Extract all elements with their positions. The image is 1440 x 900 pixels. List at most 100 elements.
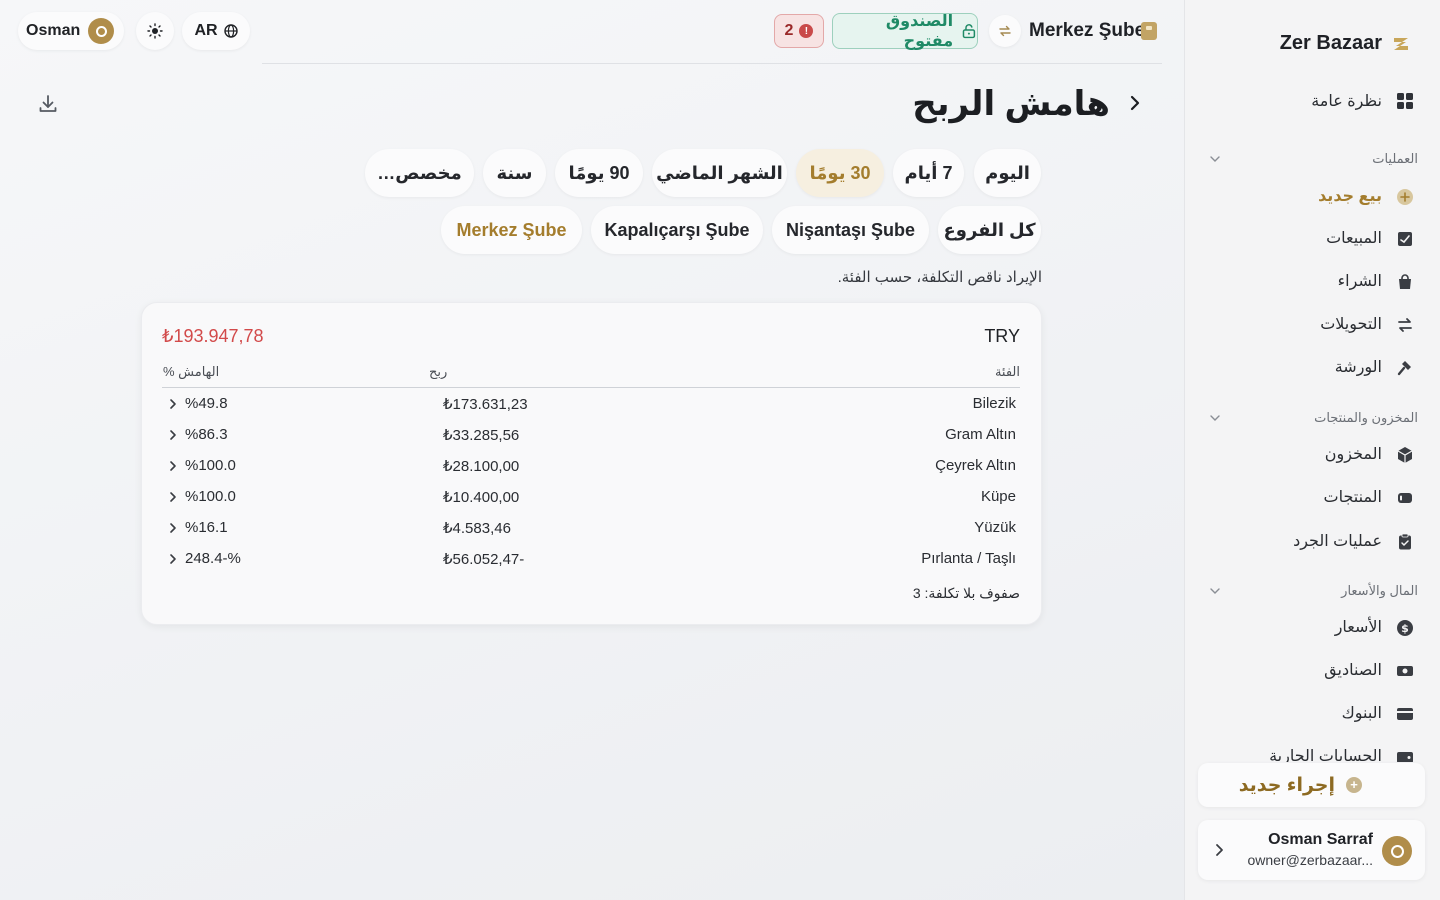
table-row[interactable]: %86.3 ₺33.285,56 Gram Altın [162, 421, 1020, 452]
period-chip-year[interactable]: سنة [483, 149, 546, 197]
chevron-down-icon[interactable] [1209, 414, 1221, 422]
period-label: الشهر الماضي [656, 162, 783, 183]
cash-icon [1397, 666, 1413, 676]
section-title-operations: العمليات [1372, 151, 1418, 166]
grid-icon [1397, 93, 1413, 109]
row-category: Pırlanta / Taşlı [921, 550, 1016, 567]
sidebar-item-cashboxes[interactable]: الصناديق [1184, 652, 1440, 688]
switch-branch-button[interactable] [989, 15, 1021, 47]
swap-icon [999, 25, 1011, 37]
sidebar-item-new-sale[interactable]: بيع جديد [1184, 178, 1440, 214]
period-chip-custom[interactable]: مخصص… [365, 149, 474, 197]
table-row[interactable]: %49.8 ₺173.631,23 Bilezik [162, 390, 1020, 421]
user-name: Osman [26, 22, 81, 39]
sidebar-item-stock[interactable]: المخزون [1184, 436, 1440, 472]
user-menu-button[interactable]: Osman [18, 12, 124, 50]
sidebar-item-label: المنتجات [1323, 489, 1383, 506]
row-category: Bilezik [972, 395, 1016, 412]
sidebar-item-transfers[interactable]: التحويلات [1184, 306, 1440, 342]
alerts-button[interactable]: 2 ! [774, 14, 824, 48]
table-header-divider [162, 387, 1020, 388]
column-header-category: الفئة [994, 364, 1020, 379]
section-title-money: المال والأسعار [1341, 583, 1418, 598]
row-category: Çeyrek Altın [935, 457, 1016, 474]
table-row[interactable]: %16.1 ₺4.583,46 Yüzük [162, 514, 1020, 545]
download-icon[interactable] [36, 92, 60, 116]
period-label: اليوم [985, 162, 1030, 183]
new-action-button[interactable]: إجراء جديد + [1198, 763, 1425, 807]
row-profit: ₺28.100,00 [443, 458, 520, 475]
no-cost-rows-note: صفوف بلا تكلفة: 3 [912, 585, 1020, 601]
total-profit: ₺193.947,78 [162, 326, 264, 346]
branch-label: كل الفروع [943, 219, 1036, 240]
language-label: AR [194, 22, 218, 39]
sidebar-item-label: بيع جديد [1318, 188, 1382, 205]
branch-chip-nisantasi[interactable]: Nişantaşı Şube [772, 206, 929, 254]
plus-icon: + [1346, 777, 1362, 793]
box-icon [1397, 447, 1413, 463]
sidebar-item-label: نظرة عامة [1311, 93, 1382, 110]
swap-arrows-icon [1398, 318, 1412, 332]
branch-label: Merkez Şube [456, 219, 567, 240]
sidebar-item-current-accounts[interactable]: الحسابات الجارية [1184, 738, 1440, 762]
period-chip-today[interactable]: اليوم [974, 149, 1041, 197]
table-row[interactable]: %100.0 ₺28.100,00 Çeyrek Altın [162, 452, 1020, 483]
current-branch-name[interactable]: Merkez Şube [1029, 20, 1145, 42]
globe-icon [223, 24, 238, 38]
cash-status-button[interactable]: الصندوق مفتوح [832, 13, 978, 50]
period-label: 7 أيام [904, 162, 953, 183]
row-margin: %16.1 [185, 519, 228, 536]
profile-avatar [1382, 836, 1412, 866]
sidebar-item-purchase[interactable]: الشراء [1184, 263, 1440, 299]
sidebar-item-prices[interactable]: الأسعار $ [1184, 609, 1440, 645]
sidebar-item-banks[interactable]: البنوك [1184, 695, 1440, 731]
alert-count: 2 [784, 22, 794, 39]
period-label: مخصص… [377, 162, 462, 183]
dollar-coin-icon: $ [1397, 620, 1413, 636]
shopping-bag-icon [1399, 274, 1411, 289]
row-profit: ₺10.400,00 [443, 489, 520, 506]
chevron-down-icon[interactable] [1209, 155, 1221, 163]
row-margin: %49.8 [185, 395, 228, 412]
sidebar-item-sales[interactable]: المبيعات [1184, 220, 1440, 256]
back-chevron-icon[interactable] [1124, 92, 1146, 114]
plus-circle-icon [1397, 189, 1413, 205]
profile-name: Osman Sarraf [1268, 831, 1373, 848]
row-category: Küpe [980, 488, 1016, 505]
sidebar-item-workshop[interactable]: الورشة [1184, 349, 1440, 385]
profit-margin-card: TRY ₺193.947,78 الفئة ربح الهامش % %49.8… [141, 302, 1042, 625]
chevron-right-icon [170, 430, 176, 440]
language-button[interactable]: AR [182, 12, 250, 50]
page-subtitle: الإيراد ناقص التكلفة، حسب الفئة. [837, 269, 1042, 286]
cash-status-label: الصندوق مفتوح [885, 13, 954, 50]
sidebar-item-overview[interactable]: نظرة عامة [1184, 83, 1440, 119]
sidebar-item-products[interactable]: المنتجات [1184, 479, 1440, 515]
table-row[interactable]: %100.0 ₺10.400,00 Küpe [162, 483, 1020, 514]
sidebar-item-label: الصناديق [1324, 662, 1382, 679]
row-profit: ₺173.631,23 [443, 396, 528, 413]
sidebar-item-stocktake[interactable]: عمليات الجرد [1184, 523, 1440, 559]
column-header-profit: ربح [429, 364, 448, 379]
sidebar-item-label: المخزون [1324, 446, 1382, 463]
theme-toggle-button[interactable] [136, 12, 174, 50]
branch-chip-merkez[interactable]: Merkez Şube [441, 206, 582, 254]
alert-icon: ! [799, 24, 814, 38]
row-profit: ₺4.583,46 [443, 520, 511, 537]
row-category: Gram Altın [945, 426, 1016, 443]
profile-email: owner@zerbazaar... [1247, 852, 1374, 868]
hammer-icon [1397, 361, 1411, 376]
bank-card-icon [1397, 708, 1413, 720]
period-chip-90-days[interactable]: 90 يومًا [555, 149, 643, 197]
sidebar-item-label: البنوك [1341, 705, 1382, 722]
row-margin: %86.3 [185, 426, 228, 443]
table-row[interactable]: 248.4-% ₺56.052,47- Pırlanta / Taşlı [162, 545, 1020, 576]
chevron-down-icon[interactable] [1209, 587, 1221, 595]
period-chip-last-month[interactable]: الشهر الماضي [652, 149, 787, 197]
branch-chip-all[interactable]: كل الفروع [938, 206, 1041, 254]
section-title-inventory: المخزون والمنتجات [1314, 410, 1418, 425]
user-profile-card[interactable]: Osman Sarraf owner@zerbazaar... [1198, 820, 1425, 880]
period-chip-30-days[interactable]: 30 يومًا [796, 149, 884, 197]
branch-chip-kapalicarsi[interactable]: Kapalıçarşı Şube [591, 206, 763, 254]
period-chip-7-days[interactable]: 7 أيام [893, 149, 964, 197]
top-bar-divider [262, 63, 1162, 64]
